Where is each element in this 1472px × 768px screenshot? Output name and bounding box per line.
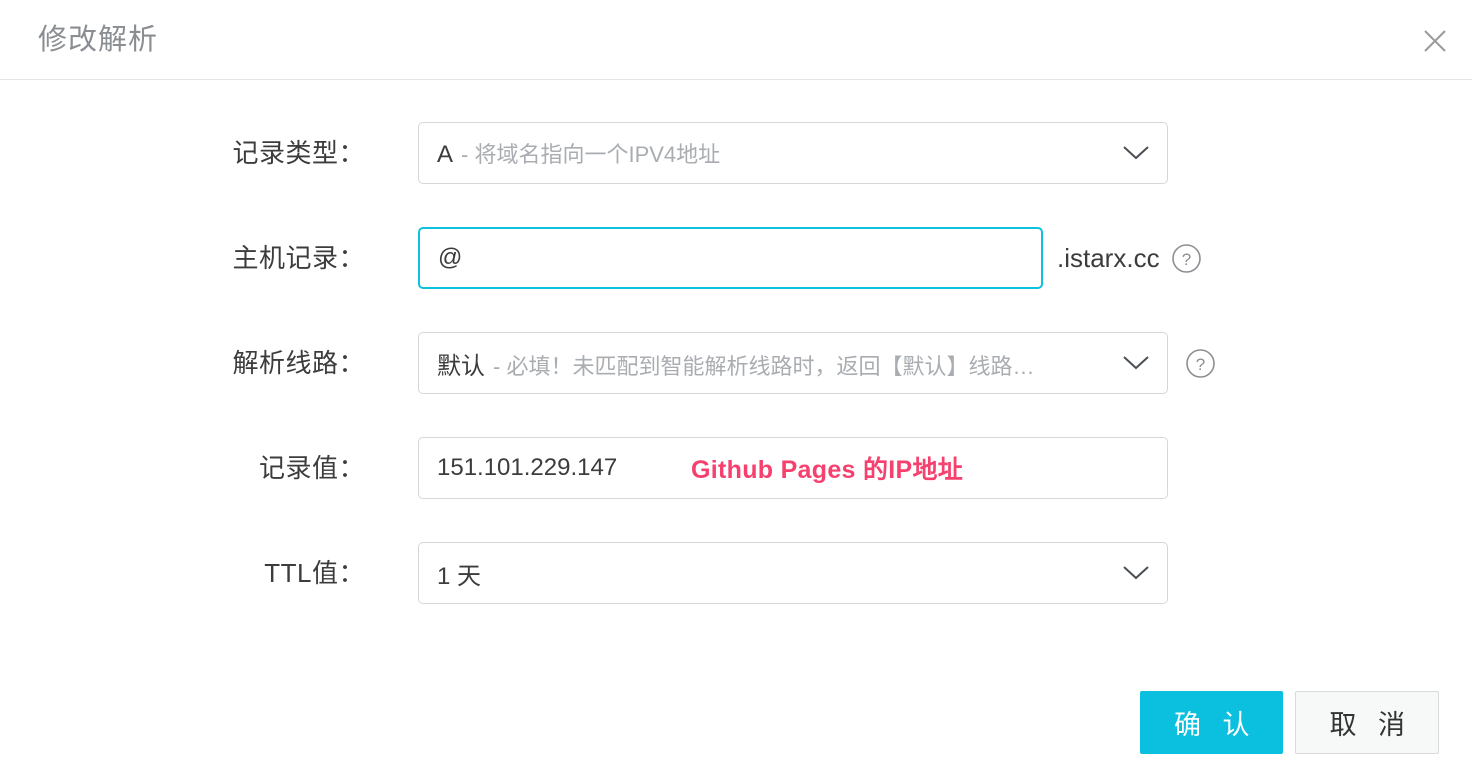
record-value-text: 151.101.229.147 (437, 454, 618, 481)
label-record-type: 记录类型： (232, 138, 365, 168)
close-icon[interactable] (1420, 26, 1450, 56)
resolution-line-question-mark-circle-icon[interactable]: ? (1184, 347, 1217, 380)
chevron-down-icon (1121, 354, 1151, 372)
form-row-resolution-line: 解析线路： 默认 - 必填！未匹配到智能解析线路时，返回【默认】线路… ? (0, 332, 1472, 437)
resolution-line-description: - 必填！未匹配到智能解析线路时，返回【默认】线路… (493, 353, 1035, 379)
host-record-input[interactable]: @ (418, 227, 1043, 289)
resolution-line-select-text: 默认 - 必填！未匹配到智能解析线路时，返回【默认】线路… (437, 346, 1111, 381)
field-host-record: @ .istarx.cc ? (418, 227, 1203, 289)
label-ttl: TTL值： (264, 558, 365, 588)
form-row-ttl: TTL值： 1 天 (0, 542, 1472, 647)
dialog-footer: 确 认 取 消 (1139, 691, 1439, 754)
field-record-type: A - 将域名指向一个IPV4地址 (418, 122, 1168, 184)
svg-text:?: ? (1196, 355, 1205, 374)
host-record-value: @ (438, 244, 463, 271)
form-row-record-value: 记录值： 151.101.229.147 Github Pages 的IP地址 (0, 437, 1472, 542)
cancel-button[interactable]: 取 消 (1295, 691, 1439, 754)
dialog-body: 记录类型： A - 将域名指向一个IPV4地址 主机记录： @ .istarx.… (0, 80, 1472, 768)
field-record-value: 151.101.229.147 Github Pages 的IP地址 (418, 437, 1168, 499)
label-resolution-line: 解析线路： (232, 348, 365, 378)
ttl-value: 1 天 (437, 562, 482, 590)
record-value-input[interactable]: 151.101.229.147 Github Pages 的IP地址 (418, 437, 1168, 499)
host-record-question-mark-circle-icon[interactable]: ? (1170, 242, 1203, 275)
svg-text:?: ? (1181, 250, 1190, 269)
form-row-record-type: 记录类型： A - 将域名指向一个IPV4地址 (0, 122, 1472, 227)
confirm-button[interactable]: 确 认 (1139, 691, 1284, 754)
dialog-title: 修改解析 (38, 24, 159, 56)
record-type-description: - 将域名指向一个IPV4地址 (461, 142, 721, 167)
dialog-header: 修改解析 (0, 0, 1472, 80)
label-record-value: 记录值： (258, 453, 365, 483)
label-host-record: 主机记录： (232, 243, 365, 273)
form-row-host-record: 主机记录： @ .istarx.cc ? (0, 227, 1472, 332)
ttl-select[interactable]: 1 天 (418, 542, 1168, 604)
domain-suffix: .istarx.cc (1057, 242, 1160, 273)
record-type-value: A (437, 141, 454, 168)
field-ttl: 1 天 (418, 542, 1168, 604)
field-resolution-line: 默认 - 必填！未匹配到智能解析线路时，返回【默认】线路… ? (418, 332, 1217, 394)
ttl-select-text: 1 天 (437, 556, 1111, 591)
chevron-down-icon (1121, 144, 1151, 162)
resolution-line-select[interactable]: 默认 - 必填！未匹配到智能解析线路时，返回【默认】线路… (418, 332, 1168, 394)
record-type-select-text: A - 将域名指向一个IPV4地址 (437, 137, 1111, 169)
chevron-down-icon (1121, 564, 1151, 582)
record-type-select[interactable]: A - 将域名指向一个IPV4地址 (418, 122, 1168, 184)
modify-dns-record-dialog: 修改解析 记录类型： A - 将域名指向一个IPV4地址 主机记录： @ .is… (0, 0, 1472, 768)
resolution-line-value: 默认 (437, 352, 485, 380)
record-value-annotation: Github Pages 的IP地址 (691, 456, 964, 484)
